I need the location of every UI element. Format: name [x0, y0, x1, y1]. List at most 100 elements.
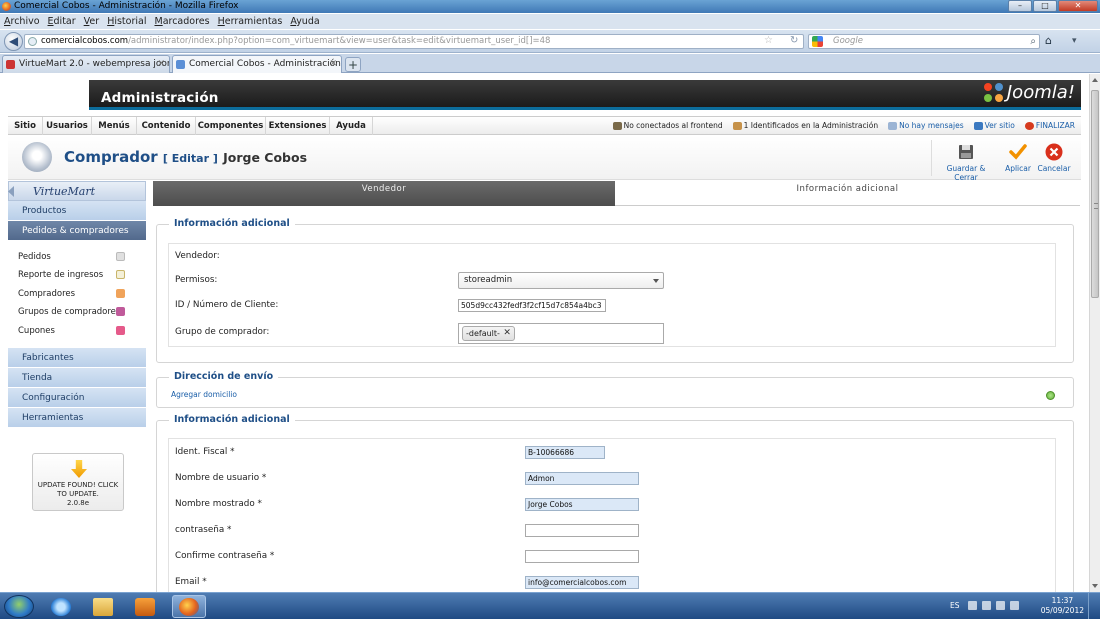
- menu-contenido[interactable]: Contenido: [137, 117, 196, 135]
- username-input[interactable]: Admon: [525, 472, 639, 485]
- password-input[interactable]: [525, 524, 639, 537]
- sidebar-sub-compradores[interactable]: Compradores: [18, 289, 125, 299]
- reload-icon[interactable]: ↻: [790, 35, 798, 47]
- joomla-favicon-icon: [176, 60, 185, 69]
- sidebar-sub-pedidos[interactable]: Pedidos: [18, 252, 125, 262]
- save-close-button[interactable]: Guardar & Cerrar: [934, 140, 998, 182]
- search-bar[interactable]: Google ⌕: [808, 34, 1040, 49]
- confirm-password-label: Confirme contraseña *: [175, 551, 275, 561]
- mail-icon: [888, 122, 898, 130]
- menu-historial[interactable]: Historial: [107, 14, 146, 29]
- menu-editar[interactable]: Editar: [48, 14, 76, 29]
- admin-banner: Administración Joomla!: [89, 80, 1081, 110]
- page-scrollbar[interactable]: [1089, 74, 1100, 592]
- scroll-up-icon[interactable]: [1092, 78, 1098, 82]
- minimize-icon[interactable]: –: [1008, 0, 1032, 12]
- frontend-status[interactable]: No conectados al frontend: [612, 117, 723, 135]
- permissions-select[interactable]: storeadmin: [458, 272, 664, 289]
- taskbar-firefox[interactable]: [172, 595, 206, 618]
- taskbar-media-player[interactable]: [128, 595, 162, 618]
- scroll-down-icon[interactable]: [1092, 584, 1098, 588]
- close-tab-icon[interactable]: ✕: [329, 56, 337, 73]
- collapse-sidebar-icon[interactable]: [8, 186, 14, 197]
- site-identity-icon[interactable]: [28, 37, 37, 46]
- google-icon[interactable]: [812, 36, 823, 47]
- customer-group-label: Grupo de comprador:: [175, 327, 270, 337]
- customer-id-input[interactable]: 505d9cc432fedf3f2cf15d7c854a4bc3: [458, 299, 606, 312]
- tab-comercial-cobos[interactable]: Comercial Cobos - Administración ✕: [172, 55, 342, 73]
- menu-componentes[interactable]: Componentes: [196, 117, 266, 135]
- home-icon[interactable]: ⌂: [1045, 35, 1052, 47]
- messages-status[interactable]: No hay mensajes: [888, 117, 964, 135]
- update-button[interactable]: UPDATE FOUND! CLICK TO UPDATE. 2.0.8e: [32, 453, 124, 511]
- sidebar-item-tienda[interactable]: Tienda: [8, 368, 146, 388]
- chevron-down-icon: [653, 279, 659, 283]
- clock[interactable]: 11:37 05/09/2012: [1041, 596, 1084, 616]
- display-name-input[interactable]: Jorge Cobos: [525, 498, 639, 511]
- email-input[interactable]: info@comercialcobos.com: [525, 576, 639, 589]
- tab-virtuemart[interactable]: VirtueMart 2.0 - webempresa joomla ... ✕: [2, 55, 170, 73]
- new-tab-button[interactable]: +: [345, 57, 361, 72]
- apply-button[interactable]: Aplicar: [1001, 140, 1035, 173]
- add-icon[interactable]: [1046, 391, 1055, 400]
- sidebar-item-fabricantes[interactable]: Fabricantes: [8, 348, 146, 368]
- volume-icon[interactable]: [1010, 601, 1019, 610]
- menu-archivo[interactable]: Archivo: [4, 14, 40, 29]
- sidebar-sub-cupones[interactable]: Cupones: [18, 326, 125, 336]
- customer-group-select[interactable]: -default- ✕: [458, 323, 664, 344]
- sidebar-item-productos[interactable]: Productos: [8, 201, 146, 221]
- user-icon: [732, 122, 742, 130]
- virtuemart-logo: VirtueMart: [8, 181, 146, 201]
- menu-sitio[interactable]: Sitio: [8, 117, 43, 135]
- flag-icon[interactable]: [982, 601, 991, 610]
- sidebar-item-configuracion[interactable]: Configuración: [8, 388, 146, 408]
- start-button[interactable]: [4, 595, 34, 618]
- url-path: /administrator/index.php?option=com_virt…: [128, 36, 551, 46]
- power-icon: [1024, 122, 1034, 130]
- window-title-bar: Comercial Cobos - Administración - Mozil…: [0, 0, 1100, 13]
- confirm-password-input[interactable]: [525, 550, 639, 563]
- menu-usuarios[interactable]: Usuarios: [43, 117, 92, 135]
- logout-link[interactable]: FINALIZAR: [1024, 117, 1075, 135]
- tax-id-input[interactable]: B-10066686: [525, 446, 605, 459]
- menu-marcadores[interactable]: Marcadores: [154, 14, 209, 29]
- menu-extensiones[interactable]: Extensiones: [266, 117, 330, 135]
- cancel-button[interactable]: Cancelar: [1037, 140, 1071, 173]
- fieldset-direccion-envio: [156, 377, 1074, 408]
- menu-herramientas[interactable]: Herramientas: [218, 14, 283, 29]
- show-desktop-button[interactable]: [1088, 593, 1100, 619]
- sidebar-sub-grupos[interactable]: Grupos de compradores: [18, 307, 125, 317]
- scroll-thumb[interactable]: [1091, 90, 1099, 298]
- search-placeholder: Google: [833, 36, 863, 46]
- close-tab-icon[interactable]: ✕: [157, 56, 165, 73]
- menu-ayuda-joomla[interactable]: Ayuda: [330, 117, 373, 135]
- remove-chip-icon[interactable]: ✕: [503, 327, 511, 340]
- tab-informacion-adicional[interactable]: Información adicional: [615, 181, 1080, 206]
- folder-icon: [93, 597, 113, 616]
- tab-vendedor[interactable]: Vendedor: [153, 181, 615, 206]
- add-address-link[interactable]: Agregar domicilio: [171, 390, 237, 399]
- view-site-link[interactable]: Ver sitio: [973, 117, 1015, 135]
- menu-menus[interactable]: Menús: [92, 117, 137, 135]
- menu-ver[interactable]: Ver: [84, 14, 100, 29]
- taskbar-explorer[interactable]: [86, 595, 120, 618]
- tray-expand-icon[interactable]: [968, 601, 977, 610]
- gift-icon: [116, 326, 125, 335]
- maximize-icon[interactable]: □: [1033, 0, 1057, 12]
- windows-taskbar: ES 11:37 05/09/2012: [0, 592, 1100, 619]
- language-indicator[interactable]: ES: [950, 601, 960, 610]
- url-bar[interactable]: comercialcobos.com/administrator/index.p…: [24, 34, 804, 49]
- sidebar-sub-reporte[interactable]: Reporte de ingresos: [18, 270, 125, 280]
- menu-arrow-icon[interactable]: ▾: [1072, 35, 1077, 47]
- sidebar-item-pedidos-compradores[interactable]: Pedidos & compradores: [8, 221, 146, 241]
- sidebar-item-herramientas[interactable]: Herramientas: [8, 408, 146, 428]
- taskbar-ie[interactable]: [44, 595, 78, 618]
- admin-status[interactable]: 1 Identificados en la Administración: [732, 117, 878, 135]
- network-icon[interactable]: [996, 601, 1005, 610]
- bookmark-star-icon[interactable]: ☆: [764, 35, 773, 47]
- menu-ayuda[interactable]: Ayuda: [290, 14, 319, 29]
- search-icon[interactable]: ⌕: [1030, 35, 1036, 48]
- firefox-icon: [179, 597, 199, 616]
- back-button[interactable]: ◀: [4, 32, 23, 51]
- close-icon[interactable]: ✕: [1058, 0, 1098, 12]
